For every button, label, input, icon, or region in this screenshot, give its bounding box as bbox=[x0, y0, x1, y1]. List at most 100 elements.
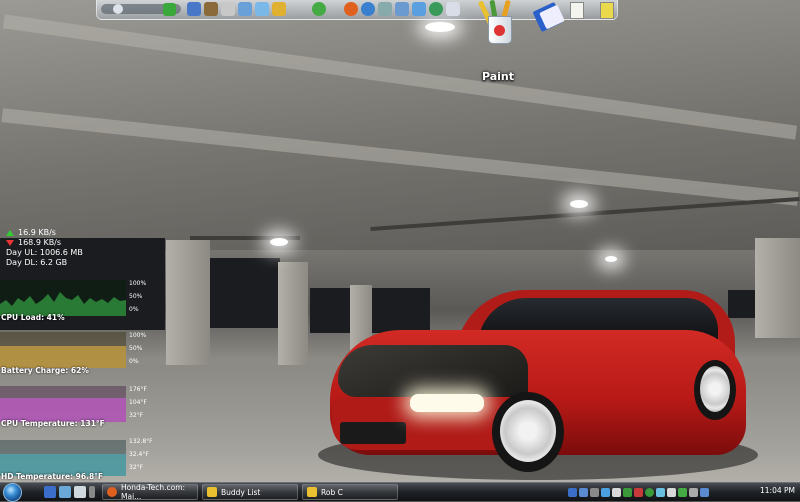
buddy-icon[interactable] bbox=[312, 2, 326, 16]
cpu-temp-graph bbox=[0, 386, 126, 422]
tray-shield-icon[interactable] bbox=[590, 487, 599, 497]
tray-antivirus-icon[interactable] bbox=[634, 487, 643, 497]
pillar bbox=[755, 238, 800, 338]
battery-scale-mid: 50% bbox=[129, 345, 143, 352]
battery-file-icon[interactable] bbox=[600, 2, 614, 19]
battery-scale: 100% 50% 0% bbox=[129, 332, 146, 365]
quick-launch-chevron-icon[interactable] bbox=[89, 486, 95, 498]
dock-spacer bbox=[329, 2, 341, 16]
firefox-icon[interactable] bbox=[344, 2, 358, 16]
download-arrow-icon bbox=[6, 240, 14, 246]
cpu-scale-min: 0% bbox=[129, 306, 139, 313]
desktop-icon-label: Paint bbox=[481, 70, 515, 83]
taskbar-button-buddy-list[interactable]: Buddy List bbox=[202, 484, 298, 500]
cpu-temp-scale-mid: 104°F bbox=[129, 399, 147, 406]
car-hood bbox=[338, 345, 528, 397]
dock-toggle-icon[interactable] bbox=[163, 3, 176, 16]
car-grille bbox=[340, 422, 406, 444]
taskbar-button-label: Honda-Tech.com: Mai... bbox=[121, 483, 186, 501]
taskbar-button-label: Rob C bbox=[321, 487, 343, 497]
download-rate: 168.9 KB/s bbox=[18, 238, 62, 247]
volume-slider-knob[interactable] bbox=[113, 4, 123, 14]
hd-temp-scale-min: 32°F bbox=[129, 464, 144, 471]
cpu-temp-chart bbox=[0, 398, 126, 422]
desktop-icon-paint[interactable]: Paint bbox=[472, 0, 524, 83]
cpu-load-chart bbox=[0, 292, 126, 316]
battery-scale-max: 100% bbox=[129, 332, 147, 339]
switch-windows-icon[interactable] bbox=[59, 486, 71, 498]
hd-temp-graph bbox=[0, 440, 126, 476]
system-tray bbox=[568, 485, 709, 499]
cpu-scale-max: 100% bbox=[129, 280, 147, 287]
tray-display-icon[interactable] bbox=[656, 487, 665, 497]
printer-icon[interactable] bbox=[255, 2, 269, 16]
battery-charge-label: Battery Charge: 62% bbox=[1, 366, 89, 375]
cpu-temperature-label: CPU Temperature: 131°F bbox=[1, 419, 105, 428]
taskbar-button-honda-tech[interactable]: Honda-Tech.com: Mai... bbox=[102, 483, 198, 501]
car-headlight bbox=[410, 394, 484, 412]
tray-arrow-icon[interactable] bbox=[568, 487, 577, 497]
itunes-icon[interactable] bbox=[412, 2, 426, 16]
cpu-temp-scale-max: 176°F bbox=[129, 386, 147, 393]
folder-icon[interactable] bbox=[204, 2, 218, 16]
battery-graph bbox=[0, 332, 126, 368]
pillar bbox=[278, 262, 308, 366]
help-book-icon[interactable] bbox=[532, 1, 566, 33]
firefox-icon bbox=[107, 487, 117, 497]
computer-icon[interactable] bbox=[187, 2, 201, 16]
ceiling-lamp bbox=[270, 238, 288, 246]
day-upload: Day UL: 1006.6 MB bbox=[6, 248, 83, 257]
dock-icon-row bbox=[187, 2, 460, 17]
hd-temp-scale-mid: 32.4°F bbox=[129, 451, 149, 458]
cpu-load-graph bbox=[0, 280, 126, 316]
buddy-icon bbox=[207, 487, 217, 497]
taskbar-button-label: Buddy List bbox=[221, 487, 261, 497]
cpu-temp-scale-min: 32°F bbox=[129, 412, 144, 419]
network-icon[interactable] bbox=[238, 2, 252, 16]
search-icon[interactable] bbox=[378, 2, 392, 16]
music-icon[interactable] bbox=[221, 2, 235, 16]
taskbar-clock[interactable]: 11:04 PM bbox=[760, 486, 795, 495]
battery-scale-min: 0% bbox=[129, 358, 139, 365]
hd-temp-chart bbox=[0, 454, 126, 476]
tray-network-icon[interactable] bbox=[579, 487, 588, 497]
user-icon[interactable] bbox=[272, 2, 286, 16]
dock-spacer bbox=[289, 2, 309, 16]
car-rear-rim bbox=[700, 366, 730, 412]
start-button[interactable] bbox=[3, 483, 22, 502]
tray-battery-icon[interactable] bbox=[678, 487, 687, 497]
hd-temp-scale-max: 132.8°F bbox=[129, 438, 153, 445]
ceiling-lamp bbox=[425, 22, 455, 32]
document-icon[interactable] bbox=[570, 2, 584, 19]
tray-wifi-icon[interactable] bbox=[700, 487, 709, 497]
chat-icon bbox=[307, 487, 317, 497]
hd-temp-scale: 132.8°F 32.4°F 32°F bbox=[129, 438, 153, 471]
tray-buddy-icon[interactable] bbox=[645, 487, 654, 497]
taskbar-button-rob-c[interactable]: Rob C bbox=[302, 484, 398, 500]
cpu-scale-mid: 50% bbox=[129, 293, 143, 300]
tray-update-icon[interactable] bbox=[601, 487, 610, 497]
upload-rate: 16.9 KB/s bbox=[18, 228, 56, 237]
cpu-scale: 100% 50% 0% bbox=[129, 280, 146, 313]
tray-volume-bars-icon[interactable] bbox=[623, 487, 632, 497]
show-desktop-icon[interactable] bbox=[44, 486, 56, 498]
cpu-load-label: CPU Load: 41% bbox=[1, 313, 65, 322]
ceiling-lamp bbox=[570, 200, 588, 208]
network-meter: 16.9 KB/s 168.9 KB/s Day UL: 1006.6 MB D… bbox=[0, 228, 120, 268]
tray-speaker-icon[interactable] bbox=[689, 487, 698, 497]
taskbar: Honda-Tech.com: Mai... Buddy List Rob C … bbox=[0, 482, 800, 502]
tray-mail-icon[interactable] bbox=[612, 487, 621, 497]
media-icon[interactable] bbox=[429, 2, 443, 16]
pillar bbox=[166, 240, 210, 375]
ceiling-lamp bbox=[605, 256, 617, 262]
notepad-icon[interactable] bbox=[446, 2, 460, 16]
mail-icon[interactable] bbox=[395, 2, 409, 16]
garage-opening bbox=[210, 258, 280, 328]
internet-explorer-icon[interactable] bbox=[361, 2, 375, 16]
car-front-rim bbox=[500, 400, 556, 462]
tray-printer-icon[interactable] bbox=[667, 487, 676, 497]
cpu-temp-scale: 176°F 104°F 32°F bbox=[129, 386, 147, 419]
day-download: Day DL: 6.2 GB bbox=[6, 258, 68, 267]
steam-icon[interactable] bbox=[74, 486, 86, 498]
battery-fill bbox=[0, 345, 126, 368]
